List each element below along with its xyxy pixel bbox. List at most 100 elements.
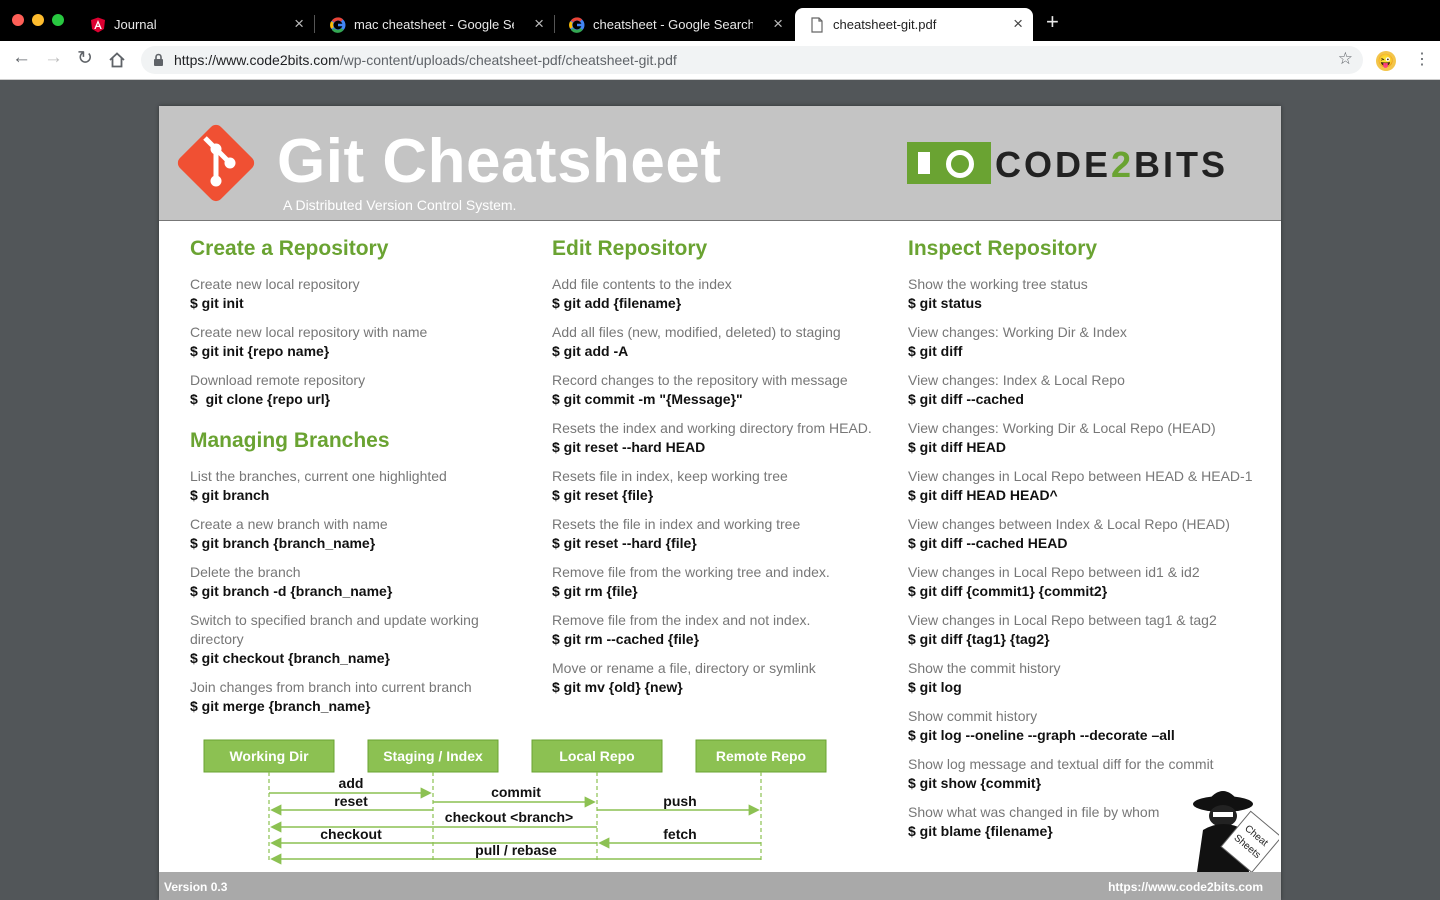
close-tab-icon[interactable]: × bbox=[294, 14, 304, 34]
item-command: $ git rm --cached {file} bbox=[552, 631, 700, 647]
item-command: $ git branch bbox=[190, 487, 270, 503]
minimize-window-button[interactable] bbox=[32, 14, 44, 26]
item-description: View changes between Index & Local Repo … bbox=[908, 516, 1230, 532]
tab-cheatsheet-git-pdf[interactable]: cheatsheet-git.pdf × bbox=[795, 8, 1033, 41]
list-item: Record changes to the repository with me… bbox=[552, 371, 902, 409]
list-item: Show commit history $ git log --oneline -… bbox=[908, 707, 1258, 745]
item-description: View changes in Local Repo between tag1 … bbox=[908, 612, 1217, 628]
section-title-create: Create a Repository bbox=[190, 237, 389, 260]
item-description: Resets the file in index and working tre… bbox=[552, 516, 801, 532]
tab-mac-cheatsheet-search[interactable]: mac cheatsheet - Google Search × bbox=[316, 8, 555, 41]
item-description: Download remote repository bbox=[190, 372, 366, 388]
close-window-button[interactable] bbox=[12, 14, 24, 26]
arrow-label: checkout bbox=[320, 826, 382, 842]
item-description: Remove file from the working tree and in… bbox=[552, 564, 830, 580]
home-icon[interactable] bbox=[108, 51, 126, 69]
item-command: $ git log bbox=[908, 679, 962, 695]
list-item: View changes in Local Repo between id1 &… bbox=[908, 563, 1258, 601]
item-command: $ git add -A bbox=[552, 343, 629, 359]
bookmark-star-icon[interactable]: ☆ bbox=[1338, 49, 1353, 69]
arrow-label: fetch bbox=[663, 826, 696, 842]
item-description: Remove file from the index and not index… bbox=[552, 612, 811, 628]
back-icon[interactable]: ← bbox=[12, 47, 31, 69]
item-command: $ git branch -d {branch_name} bbox=[190, 583, 393, 599]
arrow-label: checkout <branch> bbox=[445, 809, 573, 825]
item-command: $ git init {repo name} bbox=[190, 343, 330, 359]
list-item: Add all files (new, modified, deleted) t… bbox=[552, 323, 902, 361]
close-tab-icon[interactable]: × bbox=[773, 14, 783, 34]
list-item: Delete the branch $ git branch -d {branch… bbox=[190, 563, 540, 601]
item-command: $ git mv {old} {new} bbox=[552, 679, 683, 695]
reload-icon[interactable]: ↻ bbox=[77, 47, 93, 70]
cheatsheet-header: Git Cheatsheet A Distributed Version Con… bbox=[159, 106, 1281, 221]
item-description: Create a new branch with name bbox=[190, 516, 388, 532]
item-description: View changes in Local Repo between id1 &… bbox=[908, 564, 1200, 580]
list-item: Remove file from the working tree and in… bbox=[552, 563, 902, 601]
item-command: $ git reset {file} bbox=[552, 487, 654, 503]
url-text: https://www.code2bits.com/wp-content/upl… bbox=[174, 52, 677, 68]
tab-journal[interactable]: Journal × bbox=[76, 8, 315, 41]
item-command: $ git diff --cached HEAD bbox=[908, 535, 1068, 551]
list-item: Move or rename a file, directory or syml… bbox=[552, 659, 902, 697]
item-command: $ git log --oneline --graph --decorate –… bbox=[908, 727, 1175, 743]
item-description: List the branches, current one highlight… bbox=[190, 468, 447, 484]
list-item: Resets the index and working directory f… bbox=[552, 419, 902, 457]
profile-avatar[interactable]: 😜 bbox=[1376, 51, 1396, 71]
version-label: Version 0.3 bbox=[164, 880, 228, 894]
workflow-boxes: Working Dir Staging / Index Local Repo R… bbox=[203, 739, 827, 773]
section-title-branches: Managing Branches bbox=[190, 429, 390, 452]
section-title-edit: Edit Repository bbox=[552, 237, 708, 260]
item-command: $ git commit -m "{Message}" bbox=[552, 391, 743, 407]
item-command: $ git reset --hard HEAD bbox=[552, 439, 706, 455]
list-item: View changes in Local Repo between tag1 … bbox=[908, 611, 1258, 649]
item-description: View changes: Working Dir & Index bbox=[908, 324, 1127, 340]
item-command: $ git diff {commit1} {commit2} bbox=[908, 583, 1108, 599]
item-description: View changes: Working Dir & Local Repo (… bbox=[908, 420, 1216, 436]
list-item: Join changes from branch into current br… bbox=[190, 678, 540, 716]
zoom-window-button[interactable] bbox=[52, 14, 64, 26]
item-command: $ git branch {branch_name} bbox=[190, 535, 376, 551]
list-item: Remove file from the index and not index… bbox=[552, 611, 902, 649]
item-description: Record changes to the repository with me… bbox=[552, 372, 848, 388]
url-path: /wp-content/uploads/cheatsheet-pdf/cheat… bbox=[339, 52, 677, 68]
site-link[interactable]: https://www.code2bits.com bbox=[1108, 880, 1263, 894]
box-label: Remote Repo bbox=[716, 748, 806, 764]
list-item: Download remote repository $ git clone {r… bbox=[190, 371, 540, 409]
brand-bits: BITS bbox=[1134, 144, 1229, 185]
tab-cheatsheet-search[interactable]: cheatsheet - Google Search × bbox=[555, 8, 793, 41]
new-tab-icon[interactable]: + bbox=[1046, 9, 1059, 35]
tab-strip: Journal × mac cheatsheet - Google Search… bbox=[0, 0, 1440, 41]
box-label: Working Dir bbox=[229, 748, 309, 764]
forward-icon[interactable]: → bbox=[44, 47, 63, 69]
list-item: Resets file in index, keep working tree $… bbox=[552, 467, 902, 505]
close-tab-icon[interactable]: × bbox=[1013, 14, 1023, 34]
list-item: Create a new branch with name $ git branc… bbox=[190, 515, 540, 553]
item-command: $ git diff HEAD HEAD^ bbox=[908, 487, 1058, 503]
item-description: Add all files (new, modified, deleted) t… bbox=[552, 324, 841, 340]
item-description: View changes: Index & Local Repo bbox=[908, 372, 1125, 388]
list-item: List the branches, current one highlight… bbox=[190, 467, 540, 505]
url-domain: https://www.code2bits.com bbox=[174, 52, 340, 68]
lock-icon bbox=[154, 53, 163, 66]
brand-name: CODE2BITS bbox=[995, 144, 1228, 186]
angular-icon bbox=[91, 17, 105, 33]
arrow-label: commit bbox=[491, 784, 541, 800]
item-command: $ git diff HEAD bbox=[908, 439, 1006, 455]
browser-toolbar: ← → ↻ https://www.code2bits.com/wp-conte… bbox=[0, 41, 1440, 80]
item-description: Resets the index and working directory f… bbox=[552, 420, 872, 436]
git-workflow-diagram: Working Dir Staging / Index Local Repo R… bbox=[203, 739, 827, 865]
item-description: Add file contents to the index bbox=[552, 276, 732, 292]
tab-title: cheatsheet - Google Search bbox=[593, 17, 753, 32]
git-logo-icon bbox=[177, 124, 255, 202]
pdf-page: Git Cheatsheet A Distributed Version Con… bbox=[159, 106, 1281, 900]
page-title: Git Cheatsheet bbox=[277, 127, 722, 196]
item-description: Create new local repository bbox=[190, 276, 360, 292]
item-description: Create new local repository with name bbox=[190, 324, 428, 340]
brand-two: 2 bbox=[1111, 144, 1135, 185]
address-bar[interactable]: https://www.code2bits.com/wp-content/upl… bbox=[141, 46, 1363, 74]
more-menu-icon[interactable]: ⋮ bbox=[1414, 49, 1430, 69]
arrow-label: reset bbox=[334, 793, 368, 809]
item-command: $ git reset --hard {file} bbox=[552, 535, 697, 551]
section-title-inspect: Inspect Repository bbox=[908, 237, 1098, 260]
close-tab-icon[interactable]: × bbox=[534, 14, 544, 34]
